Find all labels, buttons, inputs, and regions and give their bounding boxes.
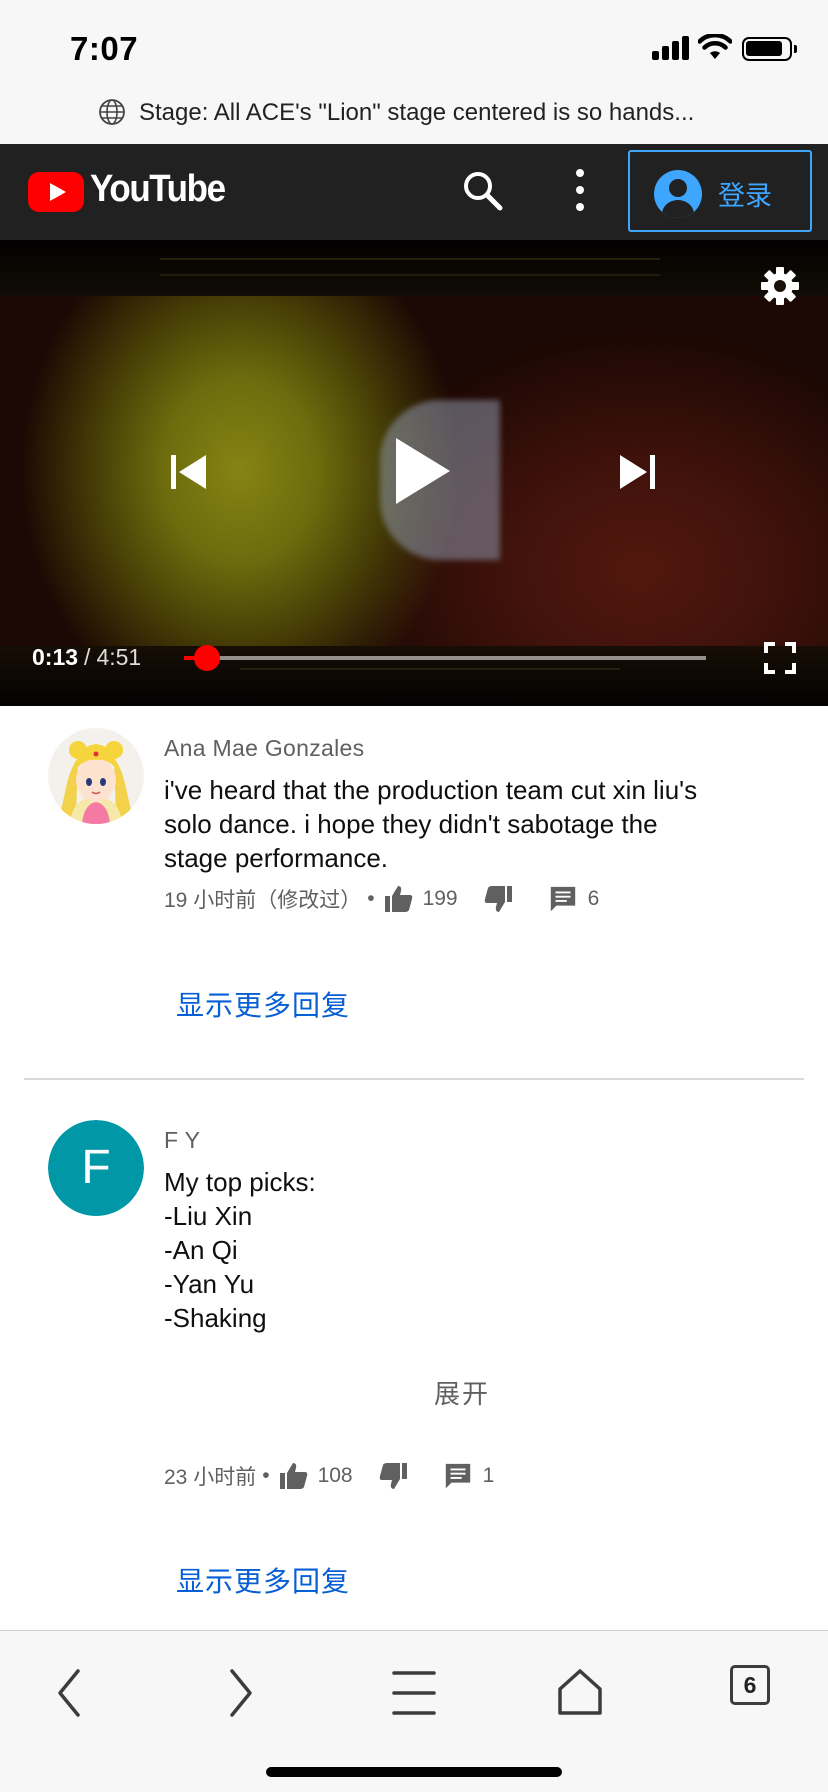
commenter-avatar[interactable]: F: [48, 1120, 144, 1216]
battery-icon: [742, 37, 797, 61]
comment-icon[interactable]: [443, 1461, 473, 1491]
status-time: 7:07: [70, 30, 139, 67]
url-bar[interactable]: Stage: All ACE's "Lion" stage centered i…: [0, 94, 828, 144]
reply-count: 6: [587, 887, 600, 910]
wifi-icon: [698, 34, 732, 59]
comment-line: stage performance.: [164, 843, 389, 873]
expand-comment-button[interactable]: 展开: [434, 1374, 490, 1411]
comment-author[interactable]: F Y: [164, 1127, 200, 1154]
thumb-down-icon[interactable]: [377, 1460, 409, 1492]
youtube-wordmark[interactable]: YouTube: [90, 168, 226, 211]
globe-icon: [99, 99, 125, 125]
signin-button[interactable]: 登录: [628, 150, 812, 232]
signin-label: 登录: [718, 181, 772, 211]
search-icon[interactable]: [460, 168, 506, 214]
cellular-signal-icon: [652, 36, 690, 60]
skip-next-icon[interactable]: [618, 452, 658, 492]
video-timecode: 0:13/4:51: [32, 644, 141, 671]
commenter-avatar[interactable]: [48, 728, 144, 824]
menu-icon[interactable]: [384, 1661, 444, 1721]
thumb-up-icon[interactable]: [383, 883, 415, 915]
page-title: Stage: All ACE's "Lion" stage centered i…: [139, 99, 695, 126]
show-more-replies-link[interactable]: 显示更多回复: [176, 1560, 350, 1600]
video-duration: 4:51: [96, 644, 142, 670]
comment-text: My top picks: -Liu Xin -An Qi -Yan Yu -S…: [164, 1165, 764, 1335]
browser-toolbar: 6: [0, 1630, 828, 1792]
show-more-replies-link[interactable]: 显示更多回复: [176, 984, 350, 1024]
comment-line: -Shaking: [164, 1303, 267, 1333]
thumb-down-icon[interactable]: [482, 883, 514, 915]
more-vertical-icon[interactable]: [566, 166, 594, 216]
comment-timestamp: 19 小时前（修改过）: [164, 889, 362, 912]
youtube-header: YouTube 登录: [0, 144, 828, 240]
comment-line: i've heard that the production team cut …: [164, 775, 698, 805]
comment-line: My top picks:: [164, 1167, 316, 1197]
reply-count: 1: [482, 1464, 495, 1487]
meta-dot: •: [367, 887, 375, 910]
progress-bar[interactable]: [184, 645, 706, 671]
comment-line: -Yan Yu: [164, 1269, 255, 1299]
chevron-left-icon[interactable]: [40, 1661, 100, 1721]
comment-timestamp: 23 小时前: [164, 1466, 257, 1489]
like-count: 199: [422, 887, 458, 910]
comment-divider: [24, 1078, 804, 1080]
comment-text: i've heard that the production team cut …: [164, 773, 764, 875]
fullscreen-icon[interactable]: [764, 642, 796, 674]
comment-line: -An Qi: [164, 1235, 238, 1265]
avatar-letter: F: [81, 1141, 111, 1194]
current-time: 0:13: [32, 644, 79, 670]
comment-actions: 23 小时前 • 108 1: [164, 1459, 494, 1493]
home-indicator: [266, 1767, 562, 1777]
chevron-right-icon[interactable]: [210, 1661, 270, 1721]
time-separator: /: [84, 644, 91, 670]
comment-line: solo dance. i hope they didn't sabotage …: [164, 809, 658, 839]
comment-actions: 19 小时前（修改过） • 199 6: [164, 882, 599, 916]
video-player[interactable]: 0:13/4:51: [0, 240, 828, 706]
youtube-logo-icon[interactable]: [28, 172, 84, 212]
tabs-icon[interactable]: 6: [730, 1665, 770, 1705]
comment-author[interactable]: Ana Mae Gonzales: [164, 735, 364, 762]
status-bar: 7:07: [0, 0, 828, 94]
skip-previous-icon[interactable]: [168, 452, 208, 492]
like-count: 108: [317, 1464, 353, 1487]
thumb-up-icon[interactable]: [278, 1460, 310, 1492]
home-icon[interactable]: [550, 1661, 610, 1721]
comment-icon[interactable]: [548, 884, 578, 914]
meta-dot: •: [262, 1464, 270, 1487]
play-icon[interactable]: [392, 436, 452, 506]
account-icon: [654, 170, 702, 218]
gear-icon[interactable]: [760, 266, 800, 306]
comment-line: -Liu Xin: [164, 1201, 253, 1231]
